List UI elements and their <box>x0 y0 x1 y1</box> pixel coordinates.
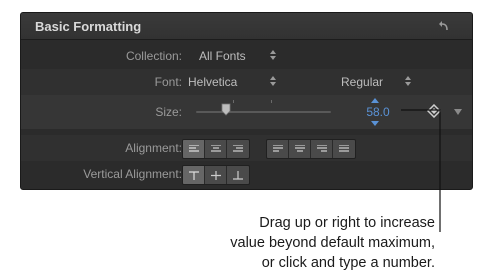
caption-line-1: Drag up or right to increase <box>259 215 435 231</box>
justify-center-button[interactable] <box>289 140 311 158</box>
chevron-down-icon[interactable] <box>454 109 462 115</box>
slider-tick <box>233 100 234 103</box>
justify-left-icon <box>272 145 283 152</box>
size-row: Size: 58.0 <box>21 95 472 129</box>
vertical-alignment-label: Vertical Alignment: <box>83 167 182 181</box>
size-label: Size: <box>155 105 182 119</box>
vertical-alignment-group <box>182 165 250 185</box>
align-center-icon <box>210 145 221 152</box>
justify-right-icon <box>316 145 327 152</box>
text-alignment-group <box>182 139 250 159</box>
vertical-alignment-row: Vertical Alignment: <box>21 161 472 187</box>
align-top-icon <box>188 170 199 180</box>
align-middle-icon <box>210 170 221 180</box>
font-family-up-down-arrows-icon[interactable] <box>269 75 277 87</box>
font-label: Font: <box>154 75 182 89</box>
reset-arrow-icon[interactable] <box>438 20 450 32</box>
slider-tick <box>271 100 272 103</box>
font-style-popup[interactable]: Regular <box>341 75 383 89</box>
justify-center-icon <box>294 145 305 152</box>
caption-line-2: value beyond default maximum, <box>230 235 435 251</box>
align-top-button[interactable] <box>183 166 205 184</box>
size-value-field[interactable]: 58.0 <box>357 104 399 120</box>
collection-up-down-arrows-icon[interactable] <box>269 49 277 61</box>
justify-left-button[interactable] <box>267 140 289 158</box>
align-right-icon <box>233 145 243 152</box>
justify-full-button[interactable] <box>333 140 355 158</box>
caption-line-3: or click and type a number. <box>261 255 435 271</box>
align-center-button[interactable] <box>205 140 227 158</box>
justify-right-button[interactable] <box>311 140 333 158</box>
collection-label: Collection: <box>125 49 182 63</box>
panel-header: Basic Formatting <box>21 13 472 40</box>
drag-up-arrow-icon <box>371 98 379 103</box>
align-left-button[interactable] <box>183 140 205 158</box>
align-bottom-icon <box>233 170 243 180</box>
collection-row: Collection: All Fonts <box>21 43 472 69</box>
keyframe-diamond-icon[interactable] <box>427 104 441 118</box>
align-left-icon <box>188 145 199 152</box>
font-row: Font: Helvetica Regular <box>21 69 472 95</box>
align-right-button[interactable] <box>227 140 249 158</box>
font-family-popup[interactable]: Helvetica <box>188 75 237 89</box>
font-style-up-down-arrows-icon[interactable] <box>404 75 412 87</box>
alignment-row: Alignment: <box>21 135 472 161</box>
alignment-label: Alignment: <box>125 141 182 155</box>
size-slider-thumb[interactable] <box>221 103 231 116</box>
justify-full-icon <box>339 145 349 152</box>
size-slider-track[interactable] <box>196 111 331 113</box>
align-middle-button[interactable] <box>205 166 227 184</box>
collection-popup[interactable]: All Fonts <box>199 49 246 63</box>
basic-formatting-panel: Basic Formatting Collection: All Fonts F… <box>20 12 473 190</box>
drag-down-arrow-icon <box>371 121 379 126</box>
justify-alignment-group <box>266 139 356 159</box>
callout-caption: Drag up or right to increase value beyon… <box>135 213 435 273</box>
align-bottom-button[interactable] <box>227 166 249 184</box>
panel-title: Basic Formatting <box>35 19 142 34</box>
